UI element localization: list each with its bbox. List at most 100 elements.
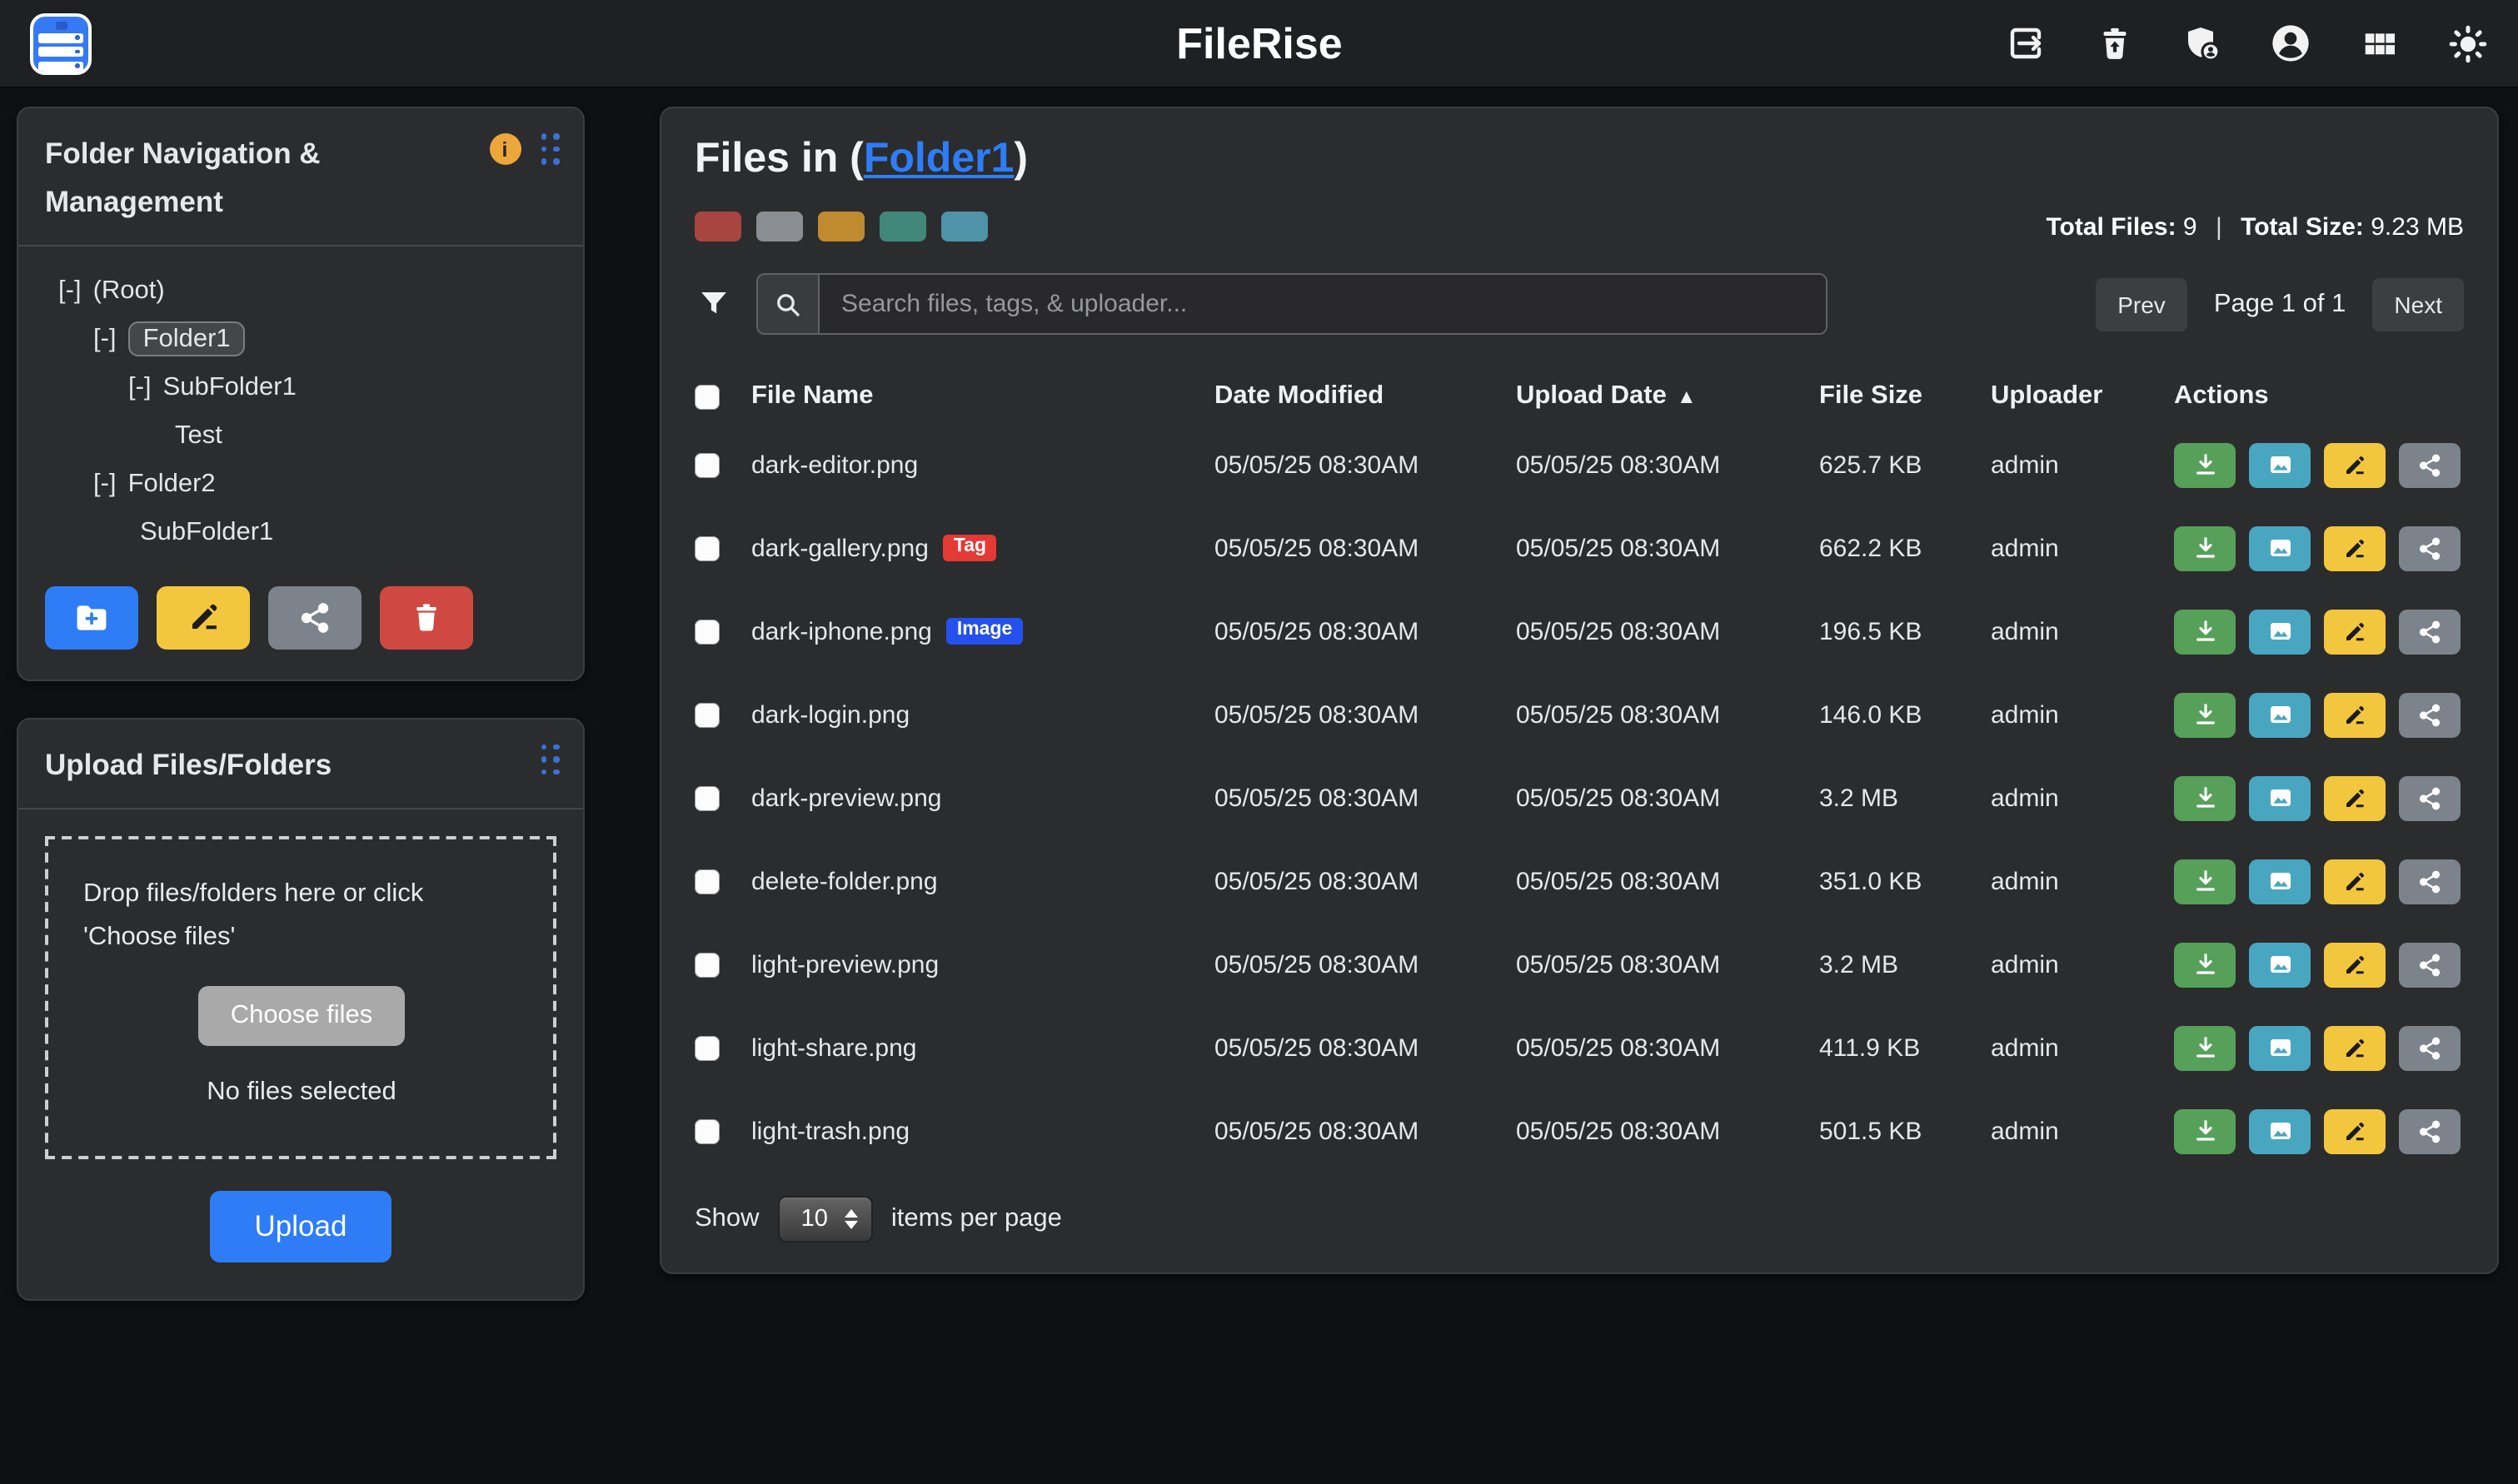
prev-page-button[interactable]: Prev <box>2096 277 2187 331</box>
file-name[interactable]: light-preview.png <box>751 950 939 979</box>
rename-button[interactable] <box>2324 525 2386 570</box>
col-file-size[interactable]: File Size <box>1819 381 1991 411</box>
rename-button[interactable] <box>2324 942 2386 987</box>
tree-toggle[interactable]: [-] <box>128 373 152 401</box>
delete-folder-button[interactable] <box>380 586 473 650</box>
share-button[interactable] <box>2399 1025 2461 1070</box>
items-per-page-select[interactable]: 10 <box>778 1196 873 1242</box>
upload-button[interactable]: Upload <box>210 1190 392 1262</box>
row-checkbox[interactable] <box>695 1035 720 1060</box>
download-button[interactable] <box>2174 442 2236 487</box>
share-button[interactable] <box>2399 942 2461 987</box>
toolbar-button[interactable] <box>880 212 926 242</box>
folder-tree-item[interactable]: Test <box>35 411 566 460</box>
select-all-checkbox[interactable] <box>695 384 720 409</box>
row-checkbox[interactable] <box>695 452 720 477</box>
rename-button[interactable] <box>2324 692 2386 737</box>
download-button[interactable] <box>2174 942 2236 987</box>
file-name[interactable]: dark-iphone.png <box>751 617 932 645</box>
preview-image-button[interactable] <box>2249 609 2311 654</box>
tree-label[interactable]: SubFolder1 <box>163 373 297 401</box>
light-mode-icon[interactable] <box>2446 22 2489 65</box>
rename-button[interactable] <box>2324 442 2386 487</box>
tree-label[interactable]: SubFolder1 <box>140 518 273 546</box>
row-checkbox[interactable] <box>695 952 720 977</box>
tree-label[interactable]: Test <box>175 421 222 450</box>
preview-image-button[interactable] <box>2249 1025 2311 1070</box>
search-icon[interactable] <box>758 275 820 333</box>
share-button[interactable] <box>2399 609 2461 654</box>
folder-tree-item[interactable]: SubFolder1 <box>35 508 566 556</box>
tree-label[interactable]: (Root) <box>93 276 165 305</box>
toolbar-button[interactable] <box>695 212 741 242</box>
col-date-modified[interactable]: Date Modified <box>1214 381 1516 411</box>
folder-tree-item[interactable]: [-] Folder2 <box>35 460 566 508</box>
apps-grid-icon[interactable] <box>2357 22 2401 65</box>
preview-image-button[interactable] <box>2249 942 2311 987</box>
preview-image-button[interactable] <box>2249 775 2311 820</box>
rename-button[interactable] <box>2324 1025 2386 1070</box>
filter-icon[interactable] <box>696 286 731 321</box>
folder-tree-item[interactable]: [-] SubFolder1 <box>35 363 566 411</box>
folder-tree-item[interactable]: [-] (Root) <box>35 266 566 315</box>
rename-folder-button[interactable] <box>157 586 250 650</box>
preview-image-button[interactable] <box>2249 1108 2311 1153</box>
file-name[interactable]: light-trash.png <box>751 1117 910 1145</box>
download-button[interactable] <box>2174 692 2236 737</box>
col-file-name[interactable]: File Name <box>751 381 1214 411</box>
download-button[interactable] <box>2174 859 2236 904</box>
row-checkbox[interactable] <box>695 869 720 894</box>
rename-button[interactable] <box>2324 859 2386 904</box>
share-button[interactable] <box>2399 859 2461 904</box>
admin-shield-icon[interactable] <box>2181 22 2224 65</box>
col-uploader[interactable]: Uploader <box>1991 381 2174 411</box>
filerise-logo-icon[interactable] <box>30 12 92 74</box>
folder-tree-item[interactable]: [-] Folder1 <box>35 315 566 363</box>
download-button[interactable] <box>2174 775 2236 820</box>
file-name[interactable]: delete-folder.png <box>751 867 938 895</box>
next-page-button[interactable]: Next <box>2372 277 2464 331</box>
toolbar-button[interactable] <box>941 212 988 242</box>
drag-handle-icon[interactable] <box>541 744 560 776</box>
row-checkbox[interactable] <box>695 619 720 644</box>
toolbar-button[interactable] <box>818 212 865 242</box>
share-button[interactable] <box>2399 442 2461 487</box>
row-checkbox[interactable] <box>695 1118 720 1143</box>
rename-button[interactable] <box>2324 609 2386 654</box>
share-button[interactable] <box>2399 525 2461 570</box>
download-button[interactable] <box>2174 609 2236 654</box>
file-name[interactable]: dark-preview.png <box>751 784 941 812</box>
search-input[interactable] <box>820 275 1826 333</box>
drag-handle-icon[interactable] <box>541 133 560 165</box>
trash-restore-icon[interactable] <box>2092 22 2136 65</box>
choose-files-button[interactable]: Choose files <box>199 987 405 1047</box>
tree-label[interactable]: Folder2 <box>128 470 216 498</box>
tree-toggle[interactable]: [-] <box>93 470 117 498</box>
col-upload-date[interactable]: Upload Date▲ <box>1516 381 1819 411</box>
file-name[interactable]: dark-gallery.png <box>751 534 929 562</box>
file-name[interactable]: dark-editor.png <box>751 451 918 479</box>
current-folder-link[interactable]: Folder1 <box>864 135 1015 182</box>
create-folder-button[interactable] <box>45 586 138 650</box>
file-name[interactable]: light-share.png <box>751 1033 916 1062</box>
tree-toggle[interactable]: [-] <box>58 276 82 305</box>
share-button[interactable] <box>2399 692 2461 737</box>
preview-image-button[interactable] <box>2249 859 2311 904</box>
toolbar-button[interactable] <box>756 212 803 242</box>
download-button[interactable] <box>2174 525 2236 570</box>
share-button[interactable] <box>2399 1108 2461 1153</box>
row-checkbox[interactable] <box>695 702 720 727</box>
row-checkbox[interactable] <box>695 535 720 560</box>
upload-dropzone[interactable]: Drop files/folders here or click 'Choose… <box>45 835 556 1158</box>
user-profile-icon[interactable] <box>2269 22 2312 65</box>
logout-icon[interactable] <box>2004 22 2047 65</box>
share-button[interactable] <box>2399 775 2461 820</box>
file-name[interactable]: dark-login.png <box>751 700 910 729</box>
rename-button[interactable] <box>2324 1108 2386 1153</box>
preview-image-button[interactable] <box>2249 525 2311 570</box>
tree-label[interactable]: Folder1 <box>128 321 246 356</box>
tree-toggle[interactable]: [-] <box>93 325 117 353</box>
rename-button[interactable] <box>2324 775 2386 820</box>
download-button[interactable] <box>2174 1025 2236 1070</box>
share-folder-button[interactable] <box>268 586 361 650</box>
